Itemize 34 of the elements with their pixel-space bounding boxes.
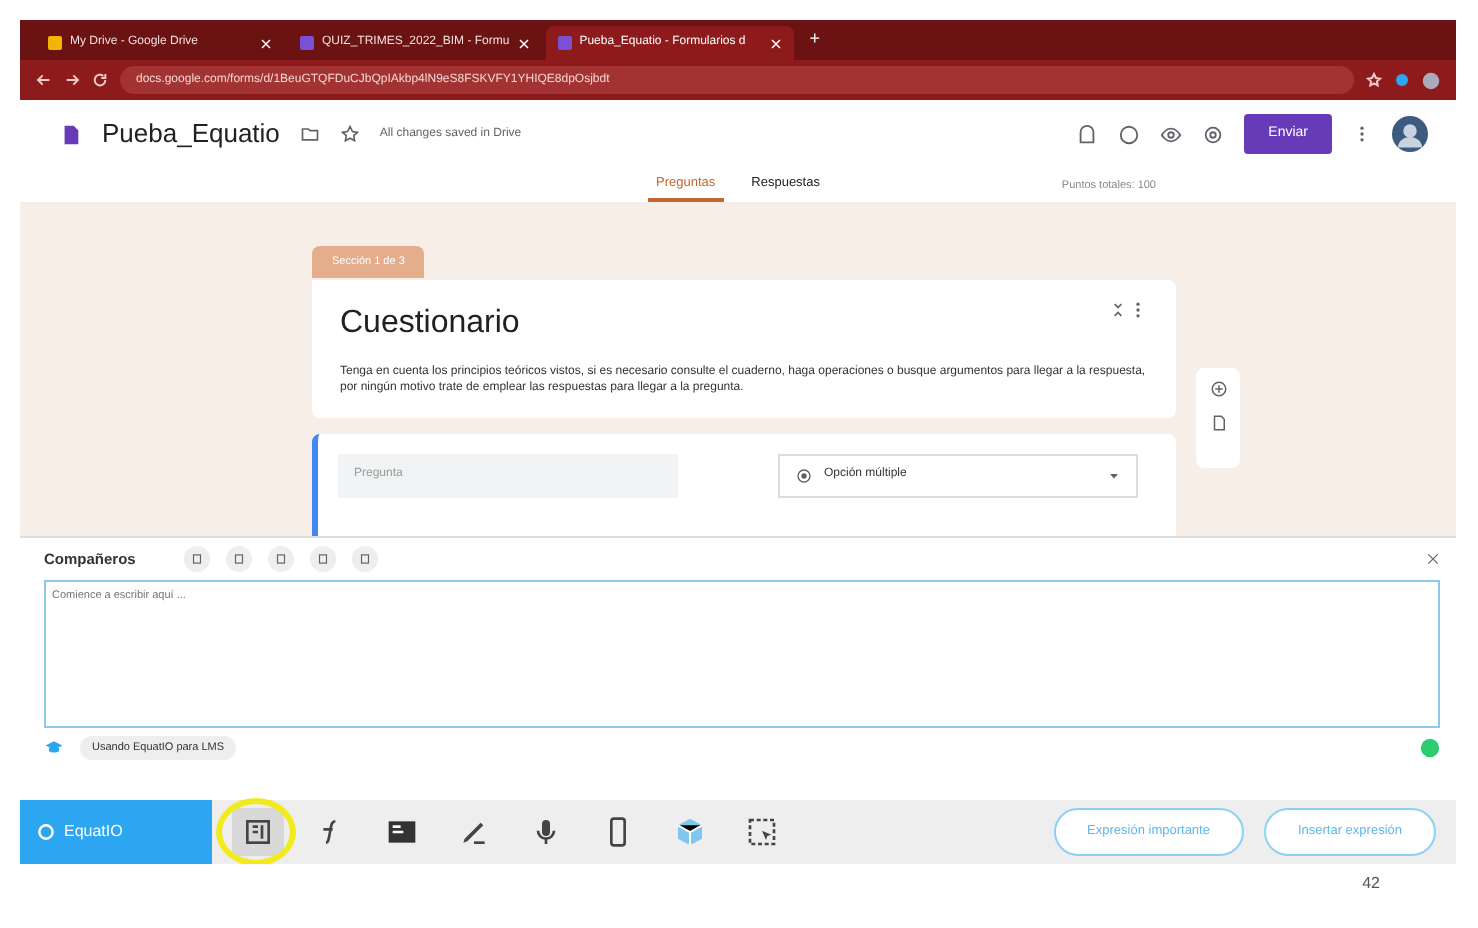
avatar-icon[interactable] (1422, 71, 1440, 89)
avatar-icon[interactable] (1392, 116, 1428, 152)
reload-icon[interactable] (92, 72, 108, 88)
close-icon[interactable] (1426, 552, 1440, 566)
screenshot-icon (746, 816, 778, 848)
status-icon (1420, 738, 1440, 759)
star-icon[interactable] (339, 124, 360, 144)
font-button[interactable] (225, 546, 252, 572)
add-icon[interactable] (1209, 380, 1227, 398)
folder-icon[interactable] (299, 124, 320, 144)
highlight-ring (216, 798, 296, 864)
back-icon[interactable] (36, 72, 52, 88)
math-editor-icon (242, 816, 274, 848)
settings-icon[interactable] (1202, 123, 1225, 145)
import-icon[interactable] (1209, 414, 1227, 432)
forward-icon[interactable] (64, 72, 80, 88)
extension-icon[interactable] (1394, 72, 1410, 88)
form-card-title: Cuestionario (340, 304, 522, 344)
format-button[interactable] (183, 546, 210, 572)
math-editor-button[interactable] (232, 808, 284, 856)
caret-icon (1108, 469, 1120, 482)
graduation-cap-icon (44, 738, 64, 759)
shield-button[interactable] (267, 546, 294, 572)
eye-icon[interactable] (1160, 123, 1183, 145)
more-button[interactable] (351, 546, 378, 572)
cube-icon (674, 816, 706, 848)
form-title[interactable]: Pueba_Equatio (102, 114, 280, 154)
collapse-icon[interactable] (1108, 300, 1128, 320)
page-number: 42 (1360, 872, 1380, 896)
forms-logo-icon (60, 121, 82, 147)
new-tab-button[interactable]: + (797, 26, 832, 54)
trash-button[interactable] (309, 546, 336, 572)
radio-icon (796, 467, 812, 484)
latex-icon (386, 816, 418, 848)
